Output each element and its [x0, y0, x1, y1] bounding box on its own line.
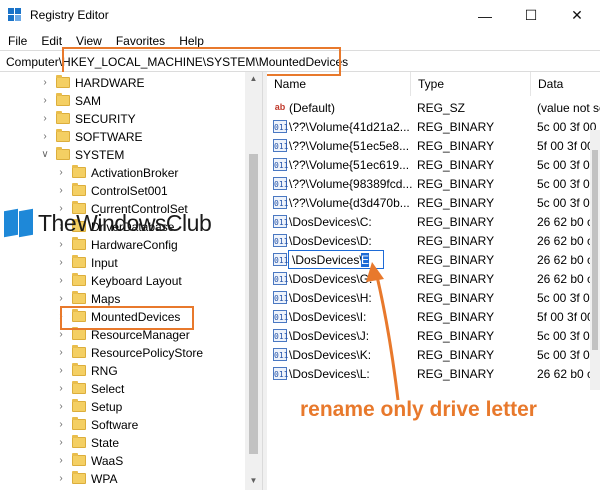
- annotation-label: rename only drive letter: [300, 398, 537, 421]
